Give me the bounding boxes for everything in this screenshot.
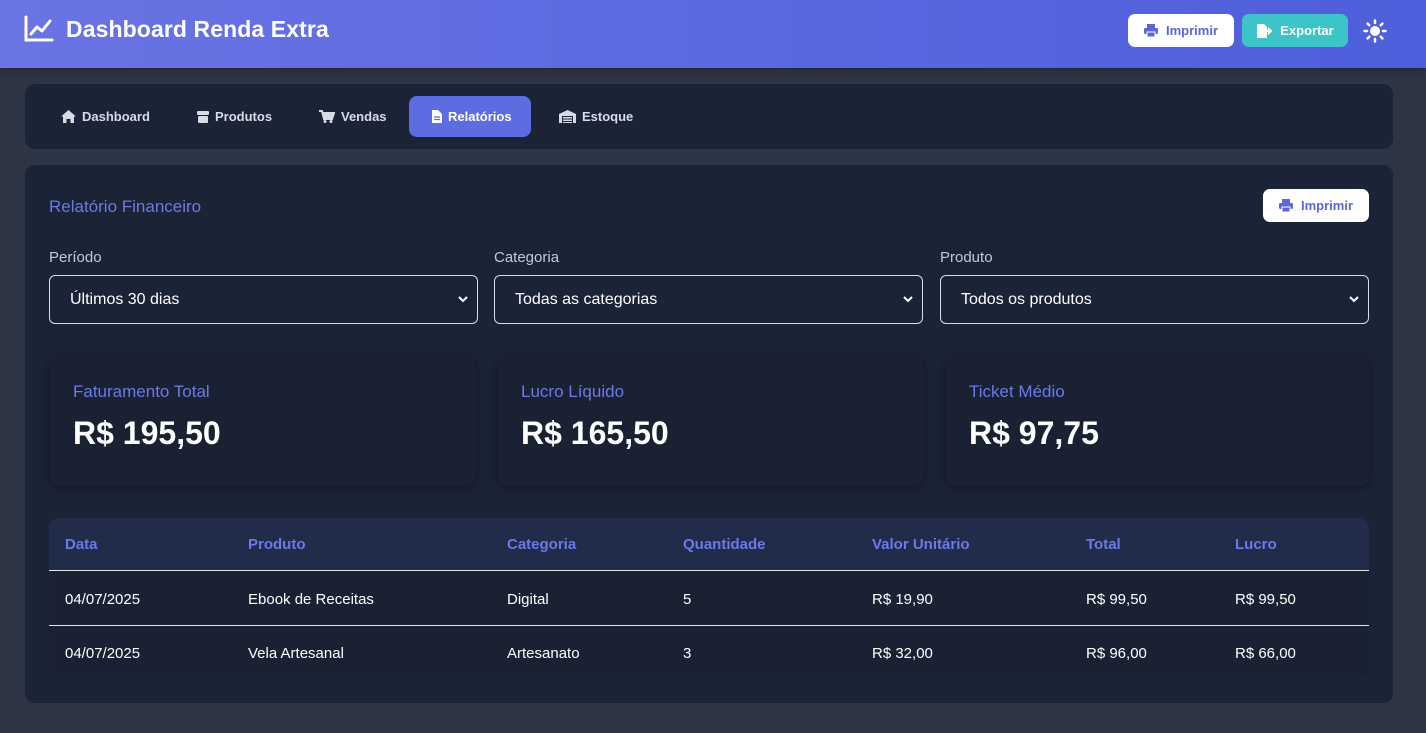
printer-icon: [1143, 24, 1158, 37]
tab-label: Produtos: [215, 109, 273, 124]
file-export-icon: [1257, 23, 1273, 38]
filter-label-periodo: Período: [49, 249, 102, 266]
table-cell: 3: [683, 645, 692, 662]
column-header: Quantidade: [683, 536, 766, 553]
card-faturamento: Faturamento Total R$ 195,50: [49, 355, 476, 486]
column-header: Categoria: [507, 536, 577, 553]
section-title: Relatório Financeiro: [49, 197, 202, 216]
card-label: Ticket Médio: [969, 382, 1065, 401]
file-icon: [432, 110, 442, 123]
card-value: R$ 195,50: [73, 415, 221, 451]
warehouse-icon: [559, 110, 576, 123]
column-header: Total: [1086, 536, 1121, 553]
tab-label: Relatórios: [448, 109, 512, 124]
column-header: Data: [65, 536, 98, 553]
report-print-button[interactable]: Imprimir: [1263, 189, 1369, 222]
cart-icon: [319, 110, 335, 123]
report-panel: Relatório Financeiro Imprimir Período Úl…: [25, 165, 1393, 703]
tab-estoque[interactable]: Estoque: [543, 96, 653, 137]
tab-vendas[interactable]: Vendas: [303, 96, 413, 137]
table-cell: Ebook de Receitas: [248, 591, 374, 608]
chart-line-icon: [24, 15, 54, 42]
table-cell: R$ 96,00: [1086, 645, 1147, 662]
column-header: Lucro: [1235, 536, 1277, 553]
table-cell: R$ 99,50: [1086, 591, 1147, 608]
select-value: Últimos 30 dias: [70, 290, 180, 308]
select-value: Todos os produtos: [961, 290, 1092, 308]
card-value: R$ 165,50: [521, 415, 669, 451]
export-button-label: Exportar: [1280, 23, 1334, 38]
table-cell: 5: [683, 591, 692, 608]
table-cell: R$ 32,00: [872, 645, 933, 662]
chevron-down-icon: [903, 296, 913, 303]
chevron-down-icon: [1349, 296, 1359, 303]
card-label: Lucro Líquido: [521, 382, 625, 401]
table-header: Data Produto Categoria Quantidade Valor …: [49, 518, 1369, 571]
card-lucro: Lucro Líquido R$ 165,50: [497, 355, 924, 486]
home-icon: [61, 110, 76, 123]
printer-icon: [1278, 199, 1293, 212]
categoria-select[interactable]: Todas as categorias: [494, 275, 923, 324]
tab-label: Vendas: [341, 109, 387, 124]
table-cell: R$ 66,00: [1235, 645, 1296, 662]
brand: Dashboard Renda Extra: [24, 15, 329, 43]
print-button-label: Imprimir: [1300, 198, 1353, 213]
table-cell: 04/07/2025: [65, 645, 141, 662]
card-ticket: Ticket Médio R$ 97,75: [945, 355, 1369, 486]
app-header: Dashboard Renda Extra Imprimir Exportar: [0, 0, 1426, 68]
table-row: 04/07/2025 Ebook de Receitas Digital 5 R…: [49, 572, 1369, 626]
filter-label-categoria: Categoria: [494, 249, 560, 266]
tab-produtos[interactable]: Produtos: [181, 96, 287, 137]
tab-relatorios[interactable]: Relatórios: [409, 96, 531, 137]
print-button-label: Imprimir: [1165, 23, 1218, 38]
periodo-select[interactable]: Últimos 30 dias: [49, 275, 478, 324]
table-cell: Digital: [507, 591, 549, 608]
table-cell: Artesanato: [507, 645, 580, 662]
produto-select[interactable]: Todos os produtos: [940, 275, 1369, 324]
column-header: Produto: [248, 536, 306, 553]
card-value: R$ 97,75: [969, 415, 1099, 451]
app-title: Dashboard Renda Extra: [66, 15, 329, 42]
table-row: 04/07/2025 Vela Artesanal Artesanato 3 R…: [49, 626, 1369, 678]
select-value: Todas as categorias: [515, 290, 658, 308]
sun-icon[interactable]: [1363, 19, 1387, 43]
card-label: Faturamento Total: [73, 382, 210, 401]
print-button[interactable]: Imprimir: [1128, 14, 1234, 47]
filter-label-produto: Produto: [940, 249, 993, 266]
tab-label: Dashboard: [82, 109, 150, 124]
sales-table: Data Produto Categoria Quantidade Valor …: [49, 518, 1369, 678]
column-header: Valor Unitário: [872, 536, 970, 553]
table-cell: Vela Artesanal: [248, 645, 344, 662]
tab-label: Estoque: [582, 109, 634, 124]
box-icon: [197, 110, 209, 123]
export-button[interactable]: Exportar: [1242, 14, 1348, 47]
table-cell: R$ 99,50: [1235, 591, 1296, 608]
chevron-down-icon: [458, 296, 468, 303]
table-cell: R$ 19,90: [872, 591, 933, 608]
table-cell: 04/07/2025: [65, 591, 141, 608]
nav-tabs: Dashboard Produtos Vendas Relatórios Est…: [25, 84, 1393, 149]
tab-dashboard[interactable]: Dashboard: [45, 96, 181, 137]
